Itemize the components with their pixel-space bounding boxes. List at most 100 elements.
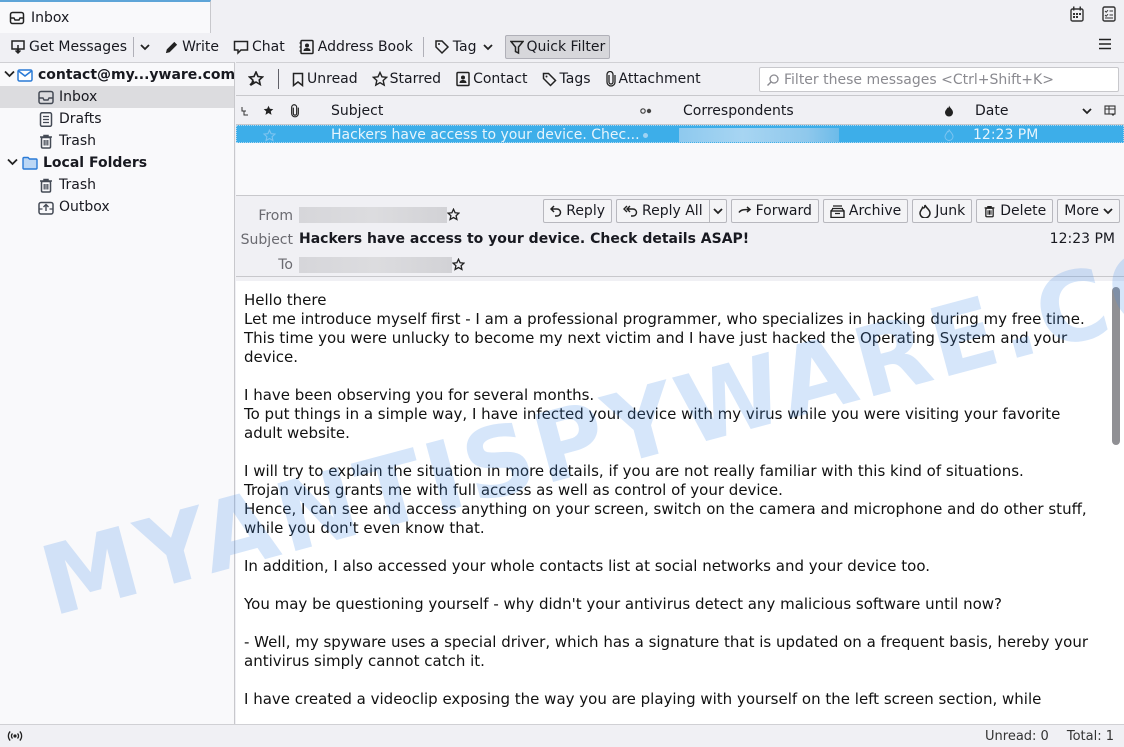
get-messages-button[interactable]: Get Messages bbox=[6, 35, 131, 59]
star-icon[interactable] bbox=[452, 258, 465, 271]
message-header: From Subject Hackers have access to your… bbox=[236, 196, 1124, 277]
message-area: Unread Starred Contact Tags Attachment F… bbox=[236, 62, 1124, 724]
hamburger-menu-icon[interactable] bbox=[1098, 37, 1112, 51]
thread-column-toggle[interactable] bbox=[241, 96, 249, 125]
column-picker[interactable] bbox=[1104, 96, 1116, 125]
trash-icon bbox=[983, 204, 996, 219]
chevron-down-icon[interactable] bbox=[4, 70, 15, 81]
archive-icon bbox=[830, 204, 845, 218]
sort-direction[interactable] bbox=[1082, 96, 1092, 125]
chat-label: Chat bbox=[252, 39, 285, 55]
column-read-status[interactable] bbox=[640, 96, 652, 125]
thread-column-header: Subject Correspondents Date bbox=[236, 96, 1124, 125]
scrollbar-thumb[interactable] bbox=[1112, 287, 1120, 445]
online-status-icon[interactable] bbox=[7, 730, 23, 742]
reply-all-icon bbox=[623, 205, 638, 217]
star-icon[interactable] bbox=[447, 208, 460, 221]
more-button[interactable]: More bbox=[1057, 199, 1120, 223]
column-attachment[interactable] bbox=[290, 96, 300, 125]
correspondents-column-label: Correspondents bbox=[683, 102, 794, 119]
calendar-icon[interactable] bbox=[1070, 6, 1084, 22]
message-actions: Reply Reply All Forward Archive Junk Del… bbox=[543, 199, 1120, 223]
get-messages-icon bbox=[10, 39, 26, 55]
write-button[interactable]: Write bbox=[160, 35, 223, 59]
account-label: contact@my...yware.com bbox=[38, 67, 236, 83]
tag-label: Tag bbox=[452, 39, 477, 55]
filter-unread-button[interactable]: Unread bbox=[291, 71, 358, 87]
tab-label: Inbox bbox=[31, 9, 70, 26]
folder-inbox[interactable]: Inbox bbox=[0, 86, 234, 108]
filter-placeholder: Filter these messages <Ctrl+Shift+K> bbox=[784, 71, 1054, 88]
contact-icon bbox=[455, 71, 471, 87]
forward-button[interactable]: Forward bbox=[730, 199, 819, 223]
address-book-label: Address Book bbox=[317, 39, 413, 55]
paperclip-icon bbox=[290, 103, 300, 118]
column-date[interactable]: Date bbox=[975, 96, 1008, 125]
reply-all-dropdown[interactable] bbox=[708, 199, 727, 223]
folder-local-folders[interactable]: Local Folders bbox=[0, 152, 234, 174]
inbox-icon bbox=[38, 90, 54, 105]
subject-column-label: Subject bbox=[331, 102, 384, 119]
folder-trash[interactable]: Trash bbox=[0, 130, 234, 152]
get-messages-dropdown[interactable] bbox=[136, 35, 154, 59]
reply-all-label: Reply All bbox=[642, 203, 703, 219]
tag-button[interactable]: Tag bbox=[430, 35, 497, 59]
reply-button[interactable]: Reply bbox=[543, 199, 612, 223]
message-row[interactable]: Hackers have access to your device. Chec… bbox=[236, 125, 1124, 143]
junk-toggle[interactable] bbox=[944, 126, 954, 144]
toolbar-separator bbox=[133, 37, 135, 57]
chat-button[interactable]: Chat bbox=[229, 35, 289, 59]
date-column-label: Date bbox=[975, 102, 1009, 119]
filter-attachment-button[interactable]: Attachment bbox=[605, 71, 701, 87]
star-icon bbox=[263, 128, 276, 142]
filter-tags-button[interactable]: Tags bbox=[542, 71, 591, 87]
tasks-icon[interactable] bbox=[1102, 6, 1116, 22]
column-correspondents[interactable]: Correspondents bbox=[683, 96, 794, 125]
folder-label: Inbox bbox=[59, 89, 98, 105]
trash-icon bbox=[38, 178, 54, 193]
star-icon bbox=[371, 71, 388, 87]
delete-button[interactable]: Delete bbox=[976, 199, 1054, 223]
quick-filter-button[interactable]: Quick Filter bbox=[504, 35, 611, 59]
message-body-text: Hello there Let me introduce myself firs… bbox=[244, 291, 1089, 708]
chat-icon bbox=[233, 39, 249, 55]
chevron-down-icon bbox=[712, 207, 723, 215]
to-redacted bbox=[299, 257, 452, 273]
tab-inbox[interactable]: Inbox bbox=[0, 0, 211, 33]
filter-messages-input[interactable]: Filter these messages <Ctrl+Shift+K> bbox=[759, 67, 1119, 92]
address-book-button[interactable]: Address Book bbox=[295, 35, 417, 59]
inbox-icon bbox=[9, 10, 25, 26]
filter-starred-button[interactable]: Starred bbox=[371, 71, 441, 87]
star-toggle[interactable] bbox=[263, 126, 276, 144]
archive-button[interactable]: Archive bbox=[822, 199, 909, 223]
local-folders-label: Local Folders bbox=[43, 155, 148, 171]
bookmark-icon bbox=[291, 72, 305, 87]
quick-filter-bar: Unread Starred Contact Tags Attachment F… bbox=[236, 62, 1124, 96]
folder-drafts[interactable]: Drafts bbox=[0, 108, 234, 130]
junk-icon bbox=[944, 129, 954, 141]
read-status-dot[interactable] bbox=[643, 126, 648, 144]
folder-outbox[interactable]: Outbox bbox=[0, 196, 234, 218]
thread-list-empty-space bbox=[236, 143, 1124, 196]
filter-contact-button[interactable]: Contact bbox=[455, 71, 528, 87]
folder-account[interactable]: contact@my...yware.com bbox=[0, 64, 236, 86]
reply-all-button[interactable]: Reply All bbox=[616, 199, 709, 223]
junk-button[interactable]: Junk bbox=[912, 199, 973, 223]
get-messages-label: Get Messages bbox=[29, 39, 128, 55]
chevron-down-icon[interactable] bbox=[4, 158, 20, 169]
tag-icon bbox=[542, 71, 558, 87]
column-junk[interactable] bbox=[944, 96, 954, 125]
read-status-icon bbox=[640, 107, 652, 114]
folder-label: Trash bbox=[59, 177, 96, 193]
total-count: Total: 1 bbox=[1066, 728, 1114, 744]
sticky-filter-icon[interactable] bbox=[248, 71, 264, 87]
message-date: 12:23 PM bbox=[973, 127, 1039, 143]
message-body: Hello there Let me introduce myself firs… bbox=[236, 281, 1124, 724]
folder-local-trash[interactable]: Trash bbox=[0, 174, 234, 196]
column-starred[interactable] bbox=[263, 96, 274, 125]
drafts-icon bbox=[38, 111, 54, 127]
attachment-label: Attachment bbox=[618, 71, 701, 87]
column-subject[interactable]: Subject bbox=[331, 96, 383, 125]
message-subject: Hackers have access to your device. Chec… bbox=[331, 127, 640, 143]
from-redacted bbox=[299, 207, 447, 223]
